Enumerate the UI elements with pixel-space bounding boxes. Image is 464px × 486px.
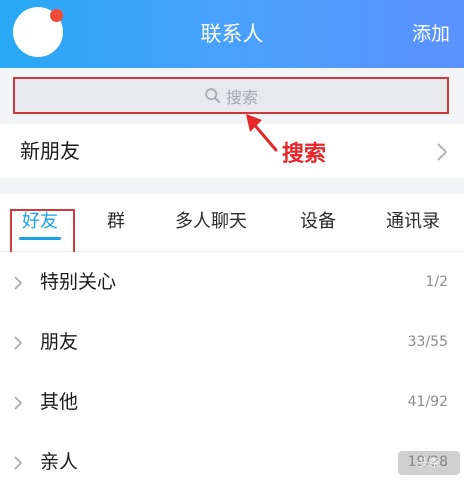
search-input[interactable]: 搜索 — [13, 77, 449, 114]
annotation-label: 搜索 — [282, 142, 327, 167]
chevron-right-icon — [14, 336, 23, 350]
new-friends-row[interactable]: 新朋友 — [0, 124, 464, 178]
group-count: 41/92 — [407, 394, 448, 410]
chevron-right-icon — [14, 396, 23, 410]
avatar[interactable] — [13, 7, 63, 57]
tab-multi-chat[interactable]: 多人聊天 — [164, 194, 258, 250]
list-item[interactable]: 其他 41/92 — [0, 372, 464, 432]
search-inner: 搜索 — [204, 84, 258, 108]
header-bar: 联系人 添加 — [0, 0, 464, 68]
list-item[interactable]: 朋友 33/55 — [0, 312, 464, 372]
group-name: 朋友 — [40, 331, 79, 353]
tab-groups[interactable]: 群 — [96, 194, 136, 250]
group-count: 1/2 — [425, 274, 448, 290]
list-item[interactable]: 亲人 19/28 — [0, 432, 464, 486]
search-zone: 搜索 — [0, 68, 464, 122]
search-icon — [205, 88, 221, 104]
group-name: 其他 — [40, 391, 79, 413]
chevron-right-icon — [14, 456, 23, 470]
annotation-highlight-box — [10, 209, 75, 256]
new-friends-label: 新朋友 — [20, 139, 80, 163]
add-button[interactable]: 添加 — [412, 0, 450, 68]
friend-group-list: 特别关心 1/2 朋友 33/55 其他 41/92 亲人 19/28 — [0, 252, 464, 486]
group-count: 33/55 — [407, 334, 448, 350]
chevron-right-icon — [14, 276, 23, 290]
page-title: 联系人 — [200, 22, 264, 46]
group-name: 特别关心 — [40, 271, 117, 293]
tab-devices[interactable]: 设备 — [290, 194, 346, 250]
chevron-right-icon — [437, 143, 448, 161]
tab-address-book[interactable]: 通讯录 — [376, 194, 450, 250]
annotation-arrow-icon — [246, 114, 278, 152]
group-name: 亲人 — [40, 451, 79, 473]
search-placeholder: 搜索 — [225, 87, 258, 107]
notification-dot — [50, 9, 63, 22]
list-item[interactable]: 特别关心 1/2 — [0, 252, 464, 312]
watermark: 头条 — [398, 451, 460, 475]
